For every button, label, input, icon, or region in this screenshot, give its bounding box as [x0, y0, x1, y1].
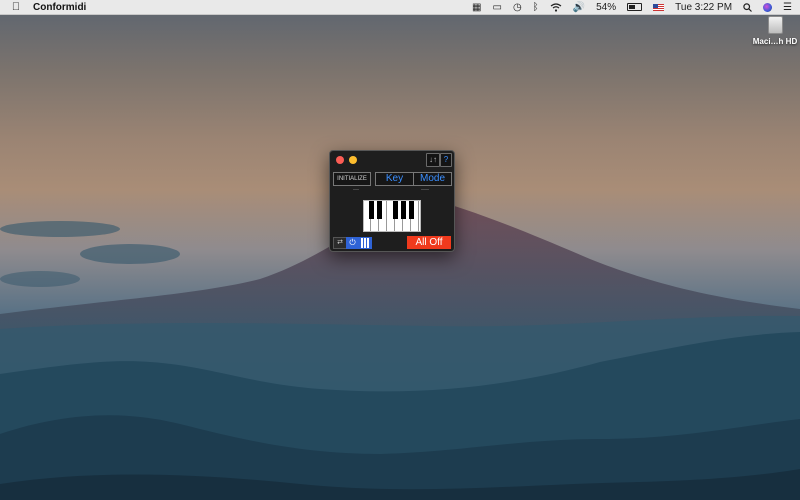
black-key[interactable] [393, 201, 398, 219]
drive-label: Maci…h HD [752, 37, 798, 46]
battery-percent[interactable]: 54% [596, 0, 616, 14]
close-button[interactable] [336, 156, 344, 164]
grid-icon[interactable]: ▦ [472, 0, 481, 14]
apple-icon[interactable]:  [11, 1, 21, 13]
power-button[interactable]: ⏻ [346, 237, 359, 249]
clock[interactable]: Tue 3:22 PM [675, 0, 732, 14]
mode-button[interactable]: Mode [413, 172, 452, 186]
search-icon[interactable] [743, 0, 752, 14]
black-key[interactable] [369, 201, 374, 219]
all-off-button[interactable]: All Off [407, 236, 451, 249]
sort-icon[interactable]: ↓↑ [426, 153, 440, 167]
black-key[interactable] [377, 201, 382, 219]
notification-list-icon[interactable]: ☰ [783, 0, 792, 14]
key-button[interactable]: Key [375, 172, 414, 186]
volume-icon[interactable]: 🔊 [573, 0, 585, 14]
app-menu[interactable]: Conformidi [33, 2, 86, 13]
bluetooth-icon[interactable]: ᛒ [533, 0, 539, 14]
black-key[interactable] [409, 201, 414, 219]
piano-keyboard[interactable] [363, 200, 421, 232]
black-key[interactable] [401, 201, 406, 219]
siri-icon[interactable] [763, 2, 773, 12]
initialize-button[interactable]: INITIALIZE [333, 172, 371, 186]
help-button[interactable]: ? [440, 153, 452, 167]
link-icon[interactable]: ⇄ [333, 237, 347, 249]
hard-drive-icon [767, 16, 783, 34]
time-machine-icon[interactable]: ◷ [513, 0, 522, 14]
flag-icon[interactable] [653, 3, 665, 11]
key-value: --- [353, 187, 359, 193]
conformidi-window: ↓↑ ? INITIALIZE Key Mode --- ---- ⇄ ⏻ Al… [329, 150, 455, 252]
wifi-icon[interactable] [550, 0, 562, 14]
mode-value: ---- [421, 187, 429, 193]
battery-icon[interactable] [627, 3, 643, 11]
airplay-icon[interactable]: ▭ [492, 0, 501, 14]
menu-bar:  Conformidi ▦ ▭ ◷ ᛒ 🔊 54% Tue 3:22 PM ☰ [0, 0, 800, 15]
minimize-button[interactable] [349, 156, 357, 164]
desktop-drive[interactable]: Maci…h HD [752, 16, 798, 46]
piano-icon[interactable] [359, 237, 372, 249]
desktop-wallpaper [0, 196, 800, 500]
